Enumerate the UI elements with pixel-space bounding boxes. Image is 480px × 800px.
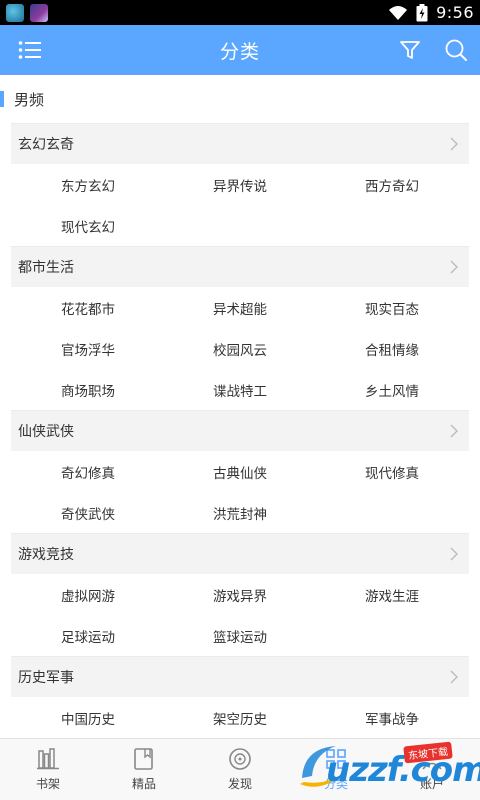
category-name: 仙侠武侠 xyxy=(18,424,74,440)
tab-discover[interactable]: 发现 xyxy=(192,739,288,800)
category-name: 历史军事 xyxy=(18,670,74,686)
top-app-bar: 分类 xyxy=(0,25,480,75)
category-header[interactable]: 仙侠武侠 xyxy=(11,410,469,451)
status-indicators: 9:56 xyxy=(388,3,474,22)
menu-button[interactable] xyxy=(8,25,52,75)
subcategory-item[interactable]: 中国历史 xyxy=(11,697,163,738)
subcategory-item[interactable]: 异术超能 xyxy=(163,287,315,328)
game-notification-icon xyxy=(30,3,48,22)
subcategory-item[interactable]: 东方玄幻 xyxy=(11,164,163,205)
category-list[interactable]: 玄幻玄奇东方玄幻 异界传说 西方奇幻现代玄幻都市生活花花都市 异术超能 现实百态官场浮华… xyxy=(0,123,480,738)
subcategory-item[interactable]: 军事战争 xyxy=(315,697,467,738)
subcategory-item[interactable]: 花花都市 xyxy=(11,287,163,328)
subcategory-item[interactable]: 现代修真 xyxy=(315,451,467,492)
subcategory-item[interactable]: 现代玄幻 xyxy=(11,205,163,246)
category-name: 游戏竞技 xyxy=(18,547,74,563)
status-bar: 9:56 xyxy=(0,0,480,25)
chevron-right-icon xyxy=(450,260,458,274)
subcategory-item[interactable]: 游戏异界 xyxy=(163,574,315,615)
subcategory-item[interactable]: 校园风云 xyxy=(163,328,315,369)
category-header[interactable]: 玄幻玄奇 xyxy=(11,123,469,164)
list-menu-icon xyxy=(18,41,41,59)
subcategory-grid: 花花都市 异术超能 现实百态官场浮华 校园风云 合租情缘商场职场 谍战特工 乡土风情 xyxy=(11,287,469,410)
tab-label: 账户 xyxy=(419,777,444,791)
subcategory-item[interactable]: 古典仙侠 xyxy=(163,451,315,492)
category-block: 历史军事中国历史 架空历史 军事战争 xyxy=(11,656,469,738)
book-icon xyxy=(134,748,153,770)
wifi-icon xyxy=(389,5,408,20)
subcategory-item[interactable]: 商场职场 xyxy=(11,369,163,410)
app-notification-icon xyxy=(6,3,24,22)
chevron-right-icon xyxy=(450,137,458,151)
category-block: 都市生活花花都市 异术超能 现实百态官场浮华 校园风云 合租情缘商场职场 谍战特工 乡土风情 xyxy=(11,246,469,410)
bookshelf-icon xyxy=(37,748,59,770)
subcategory-item[interactable]: 异界传说 xyxy=(163,164,315,205)
tab-label: 书架 xyxy=(35,777,60,791)
search-icon xyxy=(445,39,467,61)
tab-featured[interactable]: 精品 xyxy=(96,739,192,800)
compass-icon xyxy=(229,748,251,770)
subcategory-item[interactable]: 官场浮华 xyxy=(11,328,163,369)
subcategory-item[interactable]: 虚拟网游 xyxy=(11,574,163,615)
battery-icon xyxy=(416,3,428,21)
subcategory-grid: 中国历史 架空历史 军事战争 xyxy=(11,697,469,738)
search-button[interactable] xyxy=(434,25,478,75)
subcategory-item[interactable]: 游戏生涯 xyxy=(315,574,467,615)
subcategory-item[interactable]: 西方奇幻 xyxy=(315,164,467,205)
category-block: 玄幻玄奇东方玄幻 异界传说 西方奇幻现代玄幻 xyxy=(11,123,469,246)
category-header[interactable]: 游戏竞技 xyxy=(11,533,469,574)
category-icon xyxy=(326,749,346,769)
section-header: 男频 xyxy=(0,75,480,123)
subcategory-grid: 虚拟网游 游戏异界 游戏生涯足球运动 篮球运动 xyxy=(11,574,469,656)
category-block: 游戏竞技虚拟网游 游戏异界 游戏生涯足球运动 篮球运动 xyxy=(11,533,469,656)
tab-category[interactable]: 分类 xyxy=(288,739,384,800)
subcategory-item[interactable]: 乡土风情 xyxy=(315,369,467,410)
status-time: 9:56 xyxy=(436,3,474,22)
chevron-right-icon xyxy=(450,670,458,684)
subcategory-item[interactable]: 架空历史 xyxy=(163,697,315,738)
subcategory-item[interactable]: 奇侠武侠 xyxy=(11,492,163,533)
filter-icon xyxy=(400,41,420,59)
chevron-right-icon xyxy=(450,424,458,438)
section-title: 男频 xyxy=(14,90,45,109)
tab-label: 分类 xyxy=(323,777,348,791)
category-header[interactable]: 历史军事 xyxy=(11,656,469,697)
subcategory-grid: 东方玄幻 异界传说 西方奇幻现代玄幻 xyxy=(11,164,469,246)
category-name: 玄幻玄奇 xyxy=(18,137,74,153)
bottom-tab-bar: 书架 精品 发现 分类 账户 xyxy=(0,738,480,800)
category-name: 都市生活 xyxy=(18,260,74,276)
tab-label: 发现 xyxy=(227,777,252,791)
tab-label: 精品 xyxy=(131,777,156,791)
subcategory-item[interactable]: 足球运动 xyxy=(11,615,163,656)
account-icon xyxy=(422,749,442,770)
section-accent-bar xyxy=(0,91,4,107)
filter-button[interactable] xyxy=(388,25,432,75)
chevron-right-icon xyxy=(450,547,458,561)
subcategory-item[interactable]: 洪荒封神 xyxy=(163,492,315,533)
subcategory-item[interactable]: 奇幻修真 xyxy=(11,451,163,492)
subcategory-grid: 奇幻修真 古典仙侠 现代修真奇侠武侠 洪荒封神 xyxy=(11,451,469,533)
subcategory-item[interactable]: 合租情缘 xyxy=(315,328,467,369)
category-block: 仙侠武侠奇幻修真 古典仙侠 现代修真奇侠武侠 洪荒封神 xyxy=(11,410,469,533)
subcategory-item[interactable]: 谍战特工 xyxy=(163,369,315,410)
subcategory-item[interactable]: 现实百态 xyxy=(315,287,467,328)
category-header[interactable]: 都市生活 xyxy=(11,246,469,287)
status-notifications xyxy=(6,3,48,22)
tab-account[interactable]: 账户 xyxy=(384,739,480,800)
tab-bookshelf[interactable]: 书架 xyxy=(0,739,96,800)
subcategory-item[interactable]: 篮球运动 xyxy=(163,615,315,656)
